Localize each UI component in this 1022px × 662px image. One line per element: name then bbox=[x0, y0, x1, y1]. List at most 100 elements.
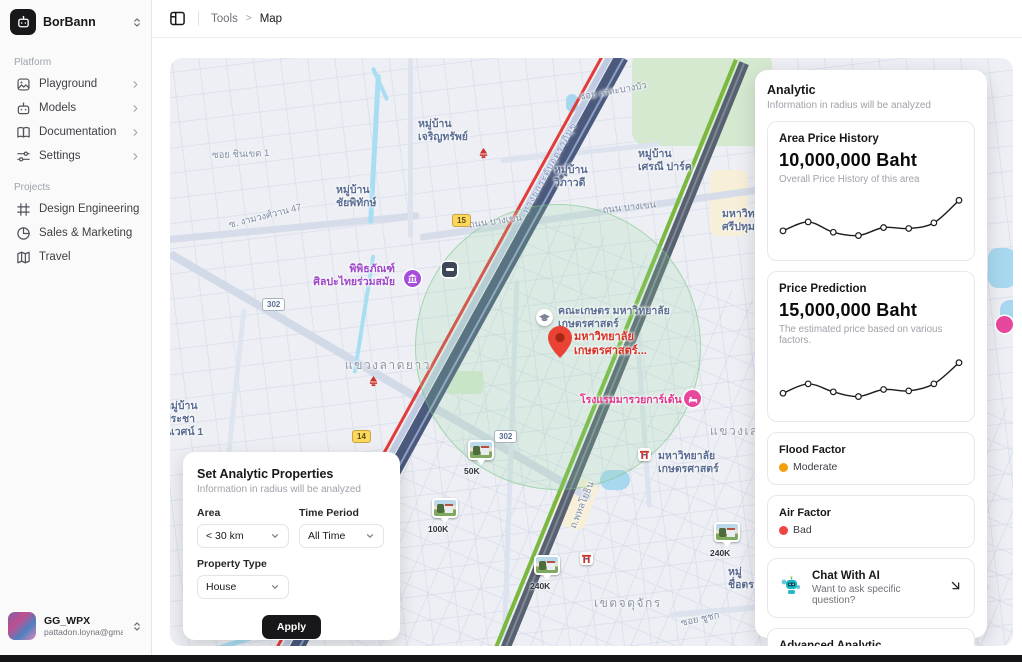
chart-data-point bbox=[931, 381, 937, 387]
air-status-dot bbox=[779, 526, 788, 535]
university-gate-icon bbox=[580, 552, 593, 565]
property-photo bbox=[534, 555, 560, 575]
map-label: คณะเกษตร มหาวิทยาลัย เกษตรศาสตร์ bbox=[558, 305, 670, 331]
arrow-down-right-icon bbox=[948, 578, 963, 598]
chat-with-ai-card[interactable]: Chat With AI Want to ask specific questi… bbox=[767, 558, 975, 618]
analytic-panel: Analytic Information in radius will be a… bbox=[755, 70, 987, 638]
property-price-marker[interactable]: 240K bbox=[714, 522, 740, 558]
section-label-projects: Projects bbox=[0, 168, 151, 197]
bot-icon bbox=[16, 101, 31, 116]
route-shield: 302 bbox=[262, 298, 285, 311]
sidebar-item-documentation[interactable]: Documentation bbox=[0, 120, 151, 144]
topbar: Tools > Map bbox=[152, 0, 1022, 38]
chart-data-point bbox=[780, 228, 786, 234]
property-type-label: Property Type bbox=[197, 558, 289, 570]
chevron-down-icon bbox=[270, 582, 280, 592]
map-label: แขวงลาดยาว bbox=[345, 358, 431, 373]
sidebar-item-models[interactable]: Models bbox=[0, 96, 151, 120]
price-history-value: 10,000,000 Baht bbox=[779, 150, 963, 171]
place-icon bbox=[996, 316, 1013, 333]
map-label: มหาวิทยาลัย เกษตรศาสตร์... bbox=[574, 331, 647, 359]
robot-icon bbox=[779, 574, 803, 603]
map-label: หมู่ ชื่อตร bbox=[728, 566, 754, 592]
chart-data-point bbox=[856, 394, 862, 400]
sidebar-item-playground[interactable]: Playground bbox=[0, 72, 151, 96]
route-shield: 14 bbox=[352, 430, 371, 443]
property-price-marker[interactable]: 240K bbox=[534, 555, 560, 591]
map-label: มหาวิทยาลัย เกษตรศาสตร์ bbox=[658, 450, 719, 476]
chart-data-point bbox=[881, 225, 887, 231]
property-price-marker[interactable]: 50K bbox=[468, 440, 494, 476]
book-icon bbox=[16, 125, 31, 140]
hotel-icon bbox=[684, 390, 701, 407]
breadcrumb-separator: > bbox=[246, 13, 252, 24]
price-label: 240K bbox=[530, 581, 560, 591]
area-select[interactable]: < 30 km bbox=[197, 524, 289, 548]
property-type-select[interactable]: House bbox=[197, 575, 289, 599]
chart-data-point bbox=[856, 233, 862, 239]
playground-icon bbox=[16, 77, 31, 92]
route-shield: 15 bbox=[452, 214, 471, 227]
chart-data-point bbox=[906, 226, 912, 232]
university-gate-icon bbox=[638, 448, 651, 461]
app-logo-icon bbox=[10, 9, 36, 35]
time-period-select[interactable]: All Time bbox=[299, 524, 384, 548]
sidebar-item-sales-marketing[interactable]: Sales & Marketing bbox=[0, 221, 151, 245]
property-photo bbox=[714, 522, 740, 542]
sidebar-item-travel[interactable]: Travel bbox=[0, 245, 151, 269]
team-switcher[interactable]: BorBann bbox=[0, 0, 151, 43]
chart-data-point bbox=[805, 381, 811, 387]
chart-data-point bbox=[881, 387, 887, 393]
chart-data-point bbox=[906, 388, 912, 394]
app-name: BorBann bbox=[43, 15, 124, 29]
chart-data-point bbox=[956, 197, 962, 203]
chart-data-point bbox=[830, 229, 836, 235]
section-label-platform: Platform bbox=[0, 43, 151, 72]
sidebar-toggle-button[interactable] bbox=[168, 10, 186, 28]
chevron-right-icon bbox=[130, 103, 141, 114]
price-label: 100K bbox=[428, 524, 458, 534]
user-menu[interactable]: GG_WPX pattadon.loyna@gmail.com bbox=[0, 604, 151, 648]
area-price-history-card: Area Price History 10,000,000 Baht Overa… bbox=[767, 121, 975, 261]
chevron-right-icon bbox=[130, 79, 141, 90]
time-period-label: Time Period bbox=[299, 507, 384, 519]
sidebar-item-label: Sales & Marketing bbox=[39, 227, 141, 239]
flood-status: Moderate bbox=[793, 461, 837, 473]
property-price-marker[interactable]: 100K bbox=[432, 498, 458, 534]
apply-button[interactable]: Apply bbox=[262, 615, 321, 639]
property-photo bbox=[468, 440, 494, 460]
price-label: 240K bbox=[710, 548, 740, 558]
air-status: Bad bbox=[793, 524, 812, 536]
chart-data-point bbox=[931, 220, 937, 226]
chart-data-point bbox=[956, 360, 962, 366]
frame-icon bbox=[16, 202, 31, 217]
road bbox=[408, 58, 413, 238]
area-label: Area bbox=[197, 507, 289, 519]
map-canvas[interactable]: ซอย ชินเขต 1หมู่บ้าน เจริญทรัพย์หมู่บ้าน… bbox=[170, 58, 1013, 646]
arrow-down-right-icon bbox=[948, 643, 963, 647]
sidebar-item-label: Documentation bbox=[39, 126, 122, 138]
pie-chart-icon bbox=[16, 226, 31, 241]
chart-data-point bbox=[830, 389, 836, 395]
properties-card-title: Set Analytic Properties bbox=[197, 467, 386, 481]
sidebar-item-label: Settings bbox=[39, 150, 122, 162]
sidebar-item-design-engineering[interactable]: Design Engineering bbox=[0, 197, 151, 221]
price-prediction-value: 15,000,000 Baht bbox=[779, 300, 963, 321]
price-prediction-chart bbox=[779, 354, 963, 410]
breadcrumb-map: Map bbox=[260, 13, 282, 25]
university-icon bbox=[536, 309, 553, 326]
map-icon bbox=[16, 250, 31, 265]
price-prediction-card: Price Prediction 15,000,000 Baht The est… bbox=[767, 271, 975, 422]
divider bbox=[198, 11, 199, 26]
chevron-right-icon bbox=[130, 127, 141, 138]
air-factor-card: Air Factor Bad bbox=[767, 495, 975, 548]
chevron-updown-icon bbox=[131, 16, 143, 29]
user-email: pattadon.loyna@gmail.com bbox=[44, 627, 123, 637]
location-pin[interactable] bbox=[548, 326, 572, 363]
advanced-analytic-card[interactable]: Advanced Analytic Gain more advance insi… bbox=[767, 628, 975, 646]
sidebar-item-settings[interactable]: Settings bbox=[0, 144, 151, 168]
sidebar-item-label: Models bbox=[39, 102, 122, 114]
window-bottom-bar bbox=[0, 655, 1022, 662]
breadcrumb-tools[interactable]: Tools bbox=[211, 13, 238, 25]
map-label: โรงแรมมารวยการ์เด้น bbox=[580, 394, 682, 407]
